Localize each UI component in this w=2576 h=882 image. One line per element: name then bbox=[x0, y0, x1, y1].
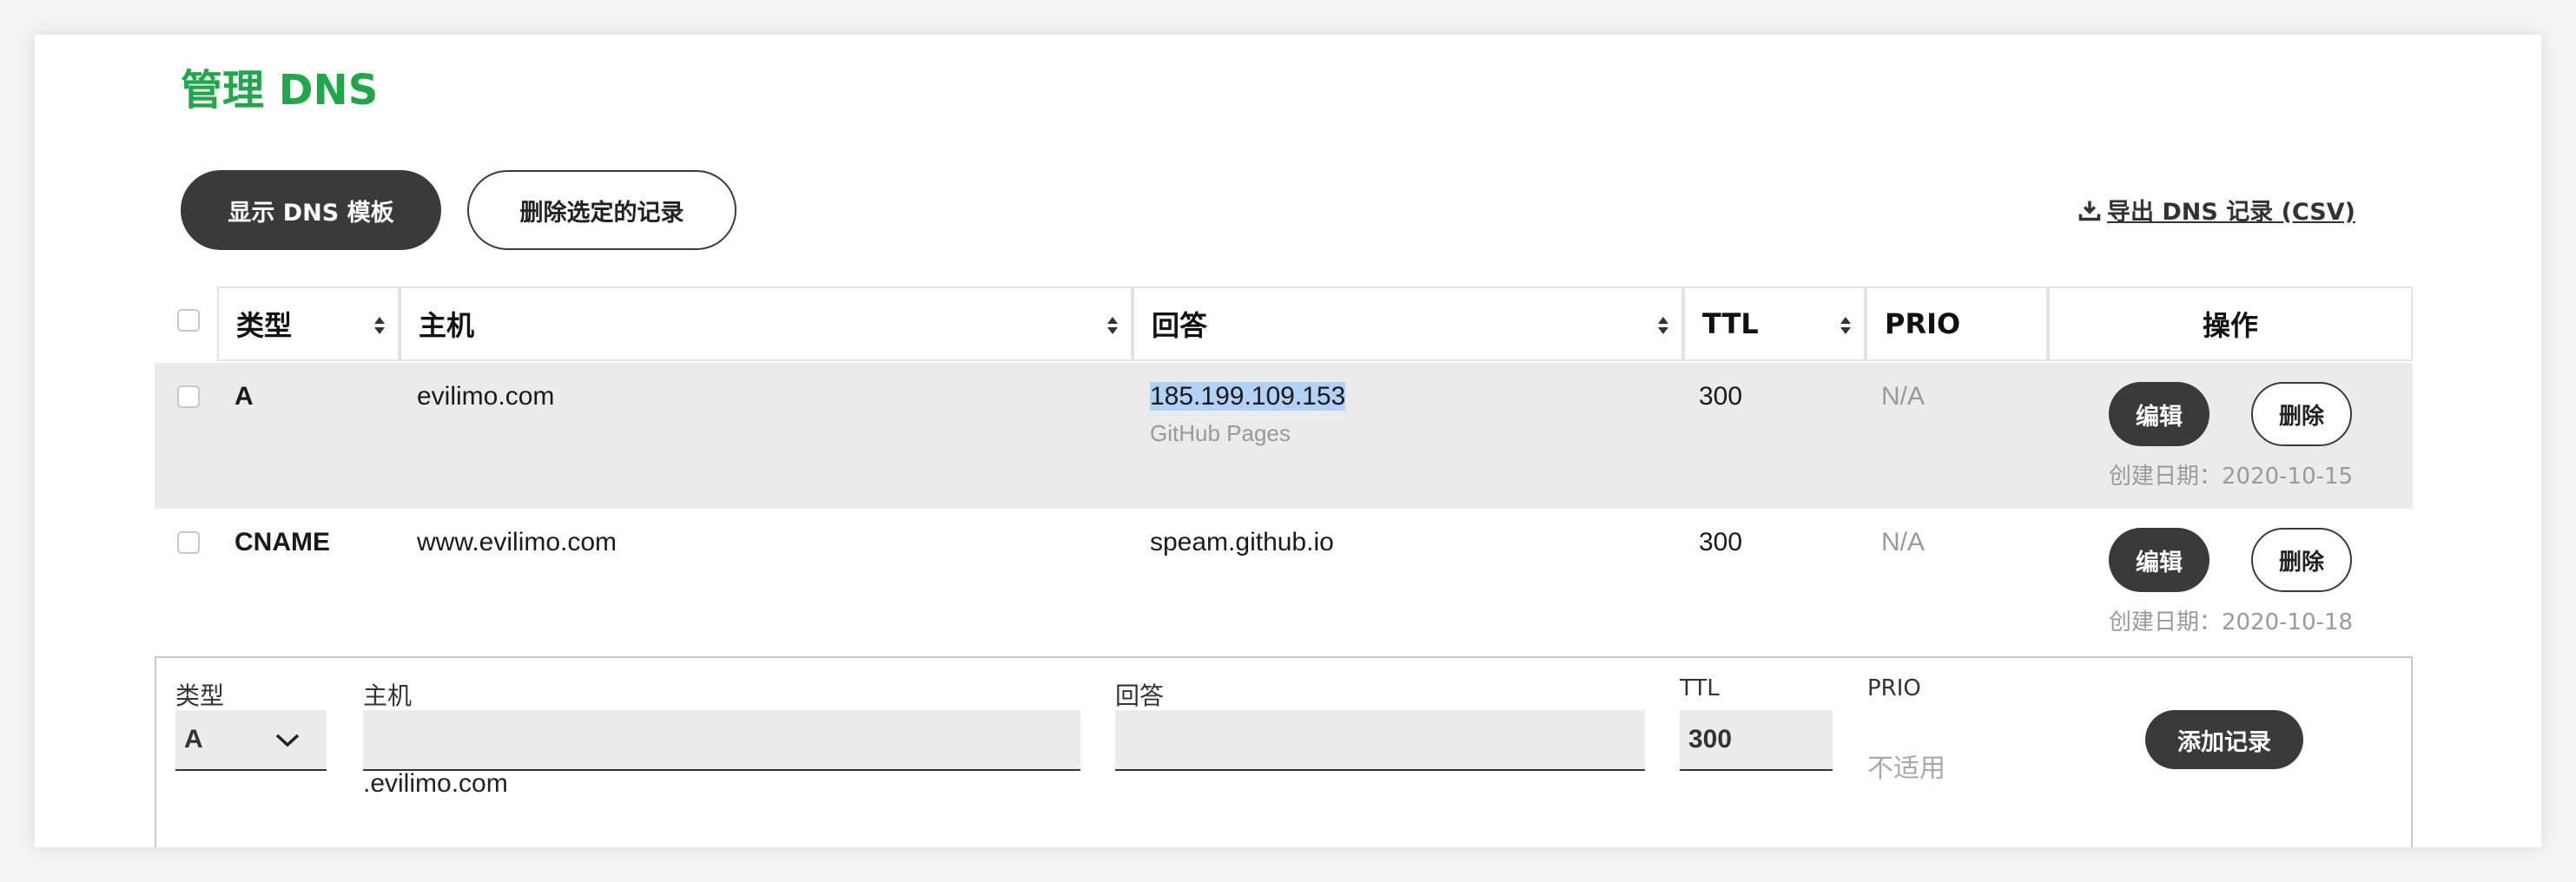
type-select-value: A bbox=[184, 725, 203, 754]
answer-input[interactable] bbox=[1115, 710, 1645, 771]
record-host: evilimo.com bbox=[417, 382, 555, 411]
answer-field-label: 回答 bbox=[1115, 681, 1165, 710]
column-header-answer-label: 回答 bbox=[1152, 309, 1208, 342]
host-domain-suffix: .evilimo.com bbox=[363, 769, 508, 798]
add-record-form: 类型 A 主机 .evilimo.com 回答 TTL 300 PRIO 不适用… bbox=[155, 656, 2413, 847]
delete-selected-button[interactable]: 删除选定的记录 bbox=[467, 170, 736, 250]
delete-button[interactable]: 删除 bbox=[2251, 382, 2352, 446]
column-header-type[interactable]: 类型 bbox=[217, 286, 400, 361]
edit-button[interactable]: 编辑 bbox=[2109, 528, 2209, 592]
export-csv-link[interactable]: 导出 DNS 记录 (CSV) bbox=[2077, 193, 2355, 227]
column-header-host[interactable]: 主机 bbox=[400, 286, 1133, 361]
delete-button[interactable]: 删除 bbox=[2251, 528, 2352, 592]
column-header-actions: 操作 bbox=[2048, 286, 2413, 361]
record-answer: speam.github.io bbox=[1150, 528, 1334, 556]
select-all-checkbox[interactable] bbox=[177, 309, 200, 332]
chevron-down-icon bbox=[275, 734, 300, 747]
column-header-type-label: 类型 bbox=[236, 309, 293, 342]
record-answer-note: GitHub Pages bbox=[1150, 420, 1291, 446]
host-field-label: 主机 bbox=[363, 681, 413, 710]
ttl-field-label: TTL bbox=[1680, 675, 1720, 701]
edit-button[interactable]: 编辑 bbox=[2109, 382, 2209, 446]
show-dns-template-button[interactable]: 显示 DNS 模板 bbox=[181, 170, 441, 250]
sort-icon bbox=[1658, 317, 1668, 334]
add-record-button[interactable]: 添加记录 bbox=[2145, 710, 2303, 769]
record-type: A bbox=[234, 382, 254, 411]
sort-icon bbox=[1107, 317, 1118, 334]
sort-icon bbox=[1840, 317, 1851, 334]
column-header-prio-label: PRIO bbox=[1885, 307, 1961, 340]
record-answer-selected-text: 185.199.109.153 bbox=[1150, 382, 1346, 411]
column-header-ttl-label: TTL bbox=[1702, 307, 1759, 340]
column-header-host-label: 主机 bbox=[419, 309, 475, 342]
record-host: www.evilimo.com bbox=[417, 528, 618, 556]
type-select[interactable]: A bbox=[175, 710, 327, 771]
export-csv-label: 导出 DNS 记录 (CSV) bbox=[2107, 199, 2355, 226]
record-prio: N/A bbox=[1881, 528, 1925, 556]
column-header-prio: PRIO bbox=[1866, 286, 2048, 361]
table-row: CNAME www.evilimo.com speam.github.io 30… bbox=[155, 509, 2413, 655]
record-type: CNAME bbox=[234, 528, 330, 556]
type-field-label: 类型 bbox=[175, 681, 225, 710]
table-header: 类型 主机 回答 TTL PRIO 操作 bbox=[155, 286, 2413, 363]
page-title: 管理 DNS bbox=[181, 66, 379, 115]
record-ttl: 300 bbox=[1699, 382, 1743, 411]
column-header-actions-label: 操作 bbox=[2202, 309, 2258, 342]
record-prio: N/A bbox=[1881, 382, 1925, 411]
host-input[interactable] bbox=[363, 710, 1080, 771]
column-header-answer[interactable]: 回答 bbox=[1133, 286, 1683, 361]
ttl-input[interactable]: 300 bbox=[1680, 710, 1833, 771]
prio-field-label: PRIO bbox=[1867, 675, 1921, 701]
row-checkbox[interactable] bbox=[177, 385, 200, 408]
column-header-ttl[interactable]: TTL bbox=[1683, 286, 1866, 361]
created-date: 创建日期：2020-10-18 bbox=[2109, 609, 2354, 635]
record-answer: 185.199.109.153 bbox=[1150, 382, 1346, 411]
sort-icon bbox=[374, 317, 385, 334]
record-ttl: 300 bbox=[1699, 528, 1743, 556]
table-row: A evilimo.com 185.199.109.153 GitHub Pag… bbox=[155, 363, 2413, 509]
row-checkbox[interactable] bbox=[177, 531, 200, 554]
prio-not-applicable: 不适用 bbox=[1867, 754, 1945, 784]
created-date: 创建日期：2020-10-15 bbox=[2109, 464, 2354, 490]
download-icon bbox=[2078, 201, 2101, 220]
